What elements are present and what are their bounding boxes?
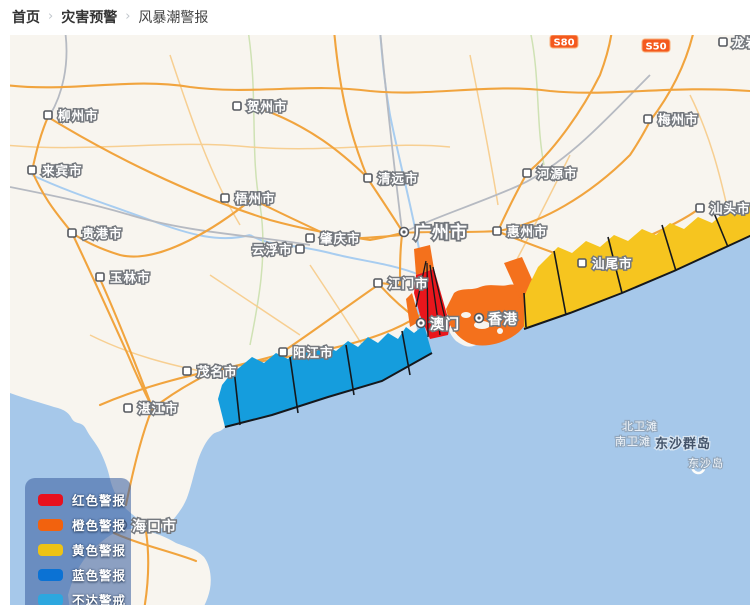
legend-row-red: 红色警报 <box>38 487 131 512</box>
island <box>461 312 471 318</box>
city-label-jiangmen: 江门市 <box>388 276 429 291</box>
legend-label-blue: 蓝色警报 <box>72 565 126 584</box>
city-label-shantou: 汕头市 <box>710 201 750 216</box>
legend-row-orange: 橙色警报 <box>38 512 131 537</box>
sea-label-beiweitan: 北卫滩 <box>622 419 658 433</box>
breadcrumb-disaster-warning[interactable]: 灾害预警 <box>61 7 117 27</box>
storm-surge-warning-map[interactable]: S80 S50 柳州市 来宾市 贺州市 贵港市 玉林市 梧州市 <box>10 35 750 605</box>
legend-swatch-below-alert <box>38 594 63 605</box>
city-label-qingyuan: 清远市 <box>378 171 419 186</box>
city-label-liuzhou: 柳州市 <box>58 108 99 123</box>
city-label-hongkong: 香港 <box>487 311 518 328</box>
legend-swatch-orange <box>38 519 63 531</box>
legend-label-yellow: 黄色警报 <box>72 540 126 559</box>
island <box>155 475 169 483</box>
legend-label-orange: 橙色警报 <box>72 515 126 534</box>
legend-row-yellow: 黄色警报 <box>38 537 131 562</box>
city-label-laibin: 来宾市 <box>41 163 83 178</box>
sea-label-nanweitan: 南卫滩 <box>615 434 651 448</box>
city-label-yulin: 玉林市 <box>110 270 151 285</box>
city-label-haikou: 海口市 <box>132 518 177 535</box>
legend-swatch-blue <box>38 569 63 581</box>
city-label-yangjiang: 阳江市 <box>293 345 334 360</box>
city-label-zhaoqing: 肇庆市 <box>320 231 361 246</box>
city-label-meizhou: 梅州市 <box>658 112 699 127</box>
legend-swatch-red <box>38 494 63 506</box>
city-label-shanwei: 汕尾市 <box>592 256 633 271</box>
city-label-guangzhou: 广州市 <box>414 222 468 243</box>
warning-legend: 红色警报 橙色警报 黄色警报 蓝色警报 不达警戒 <box>25 478 131 605</box>
legend-row-blue: 蓝色警报 <box>38 562 131 587</box>
city-label-yunfu: 云浮市 <box>252 242 293 257</box>
city-label-huizhou: 惠州市 <box>507 224 548 239</box>
breadcrumb-storm-surge: 风暴潮警报 <box>138 7 208 27</box>
legend-label-below-alert: 不达警戒 <box>72 590 126 605</box>
legend-swatch-yellow <box>38 544 63 556</box>
sea-label-dongsha-dao: 东沙岛 <box>688 456 724 470</box>
sea-label-dongsha-qundao: 东沙群岛 <box>655 436 711 452</box>
legend-row-below-alert: 不达警戒 <box>38 587 131 605</box>
legend-label-red: 红色警报 <box>72 490 126 509</box>
road-shield-label: S50 <box>645 42 666 53</box>
city-label-heyuan: 河源市 <box>537 166 578 181</box>
road-shield-s50: S50 <box>642 39 670 53</box>
island <box>497 328 503 334</box>
city-label-zhanjiang: 湛江市 <box>138 401 179 416</box>
city-label-wuzhou: 梧州市 <box>235 191 276 206</box>
breadcrumb: 首页 › 灾害预警 › 风暴潮警报 <box>0 0 750 33</box>
city-label-hezhou: 贺州市 <box>246 99 288 114</box>
breadcrumb-home[interactable]: 首页 <box>12 7 40 27</box>
city-label-longyan: 龙岩市 <box>731 35 750 50</box>
breadcrumb-separator: › <box>125 9 130 24</box>
city-label-maoming: 茂名市 <box>197 364 238 379</box>
island <box>174 490 184 496</box>
breadcrumb-separator: › <box>48 9 53 24</box>
road-shield-s80: S80 <box>550 35 578 49</box>
city-label-guigang: 贵港市 <box>82 226 123 241</box>
city-label-macau: 澳门 <box>430 316 460 333</box>
road-shield-label: S80 <box>553 38 574 49</box>
